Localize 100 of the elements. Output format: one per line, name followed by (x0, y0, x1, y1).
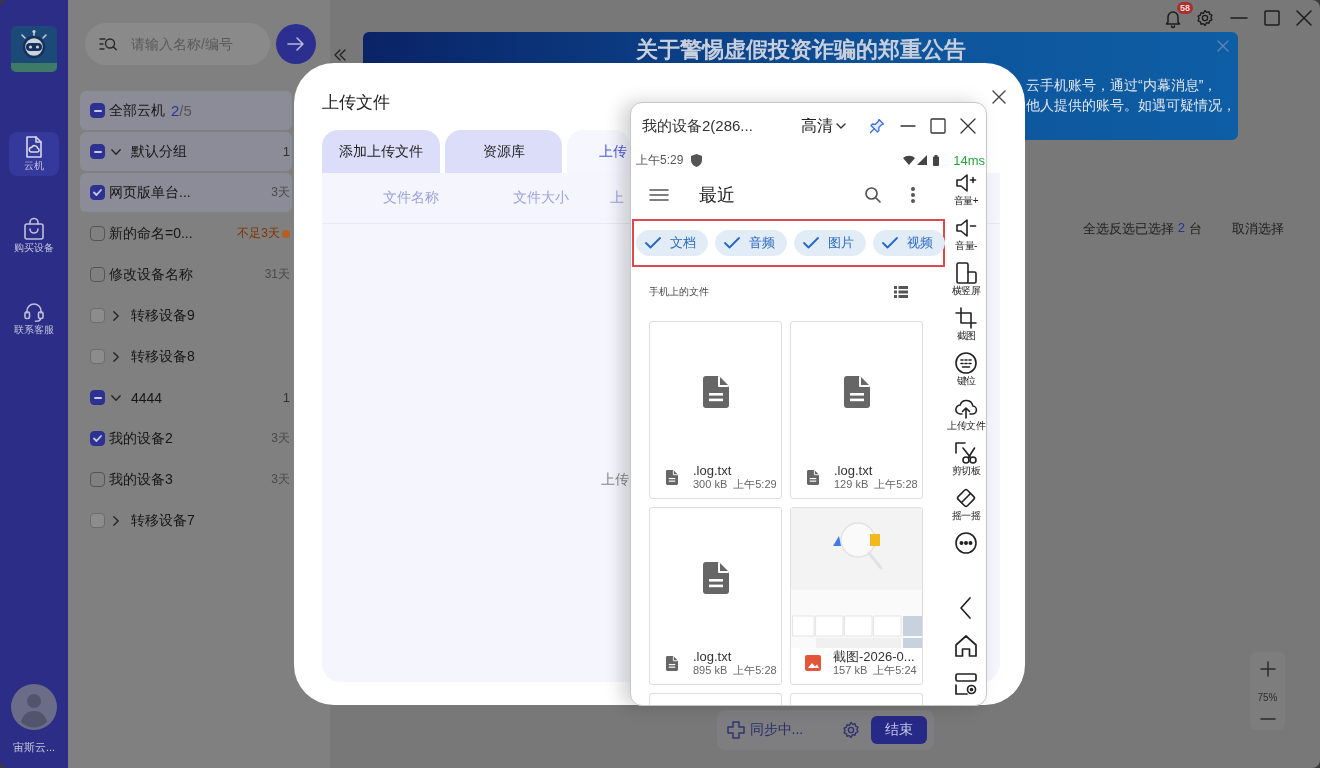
banner-text: 云手机账号，通过“内幕消息”， (1026, 76, 1219, 95)
settings-icon[interactable] (1196, 9, 1214, 27)
file-size: 129 kB (834, 478, 869, 491)
list-view-icon[interactable] (894, 286, 908, 298)
file-card[interactable]: 截图-2026-0... 157 kB 上午5:24 (790, 507, 923, 685)
quality-dropdown[interactable]: 高清 (801, 115, 846, 137)
remaining-time: 不足3天 (237, 225, 280, 242)
group-name: 转移设备9 (131, 306, 195, 325)
file-card[interactable]: .log.txt 129 kB 上午5:28 (790, 321, 923, 499)
wifi-icon (903, 155, 916, 165)
more-vertical-icon[interactable] (911, 187, 915, 203)
bell-icon[interactable] (1165, 9, 1181, 27)
battery-icon (933, 154, 940, 166)
plus-icon[interactable] (1260, 662, 1275, 676)
document-icon (702, 562, 729, 594)
dialog-title: 上传文件 (322, 92, 390, 114)
file-time: 上午5:28 (733, 664, 777, 677)
checkbox[interactable] (90, 185, 105, 200)
more-icon[interactable] (955, 532, 977, 554)
settings-icon[interactable] (841, 721, 860, 739)
nav-item[interactable]: 联系客服 (9, 296, 59, 340)
file-card[interactable]: .log.txt 895 kB 上午5:28 (649, 507, 782, 685)
cloud-upload-icon (955, 397, 977, 419)
checkbox[interactable] (90, 226, 105, 241)
rotate-screen-icon (955, 262, 977, 284)
tab[interactable]: 上传 (567, 130, 630, 173)
user-name: 宙斯云... (12, 740, 56, 754)
chevron-down-icon[interactable] (111, 148, 121, 155)
checkbox[interactable] (90, 144, 105, 159)
file-size: 300 kB (693, 478, 728, 491)
filter-chip[interactable]: 视频 (873, 230, 945, 256)
toolbar-button[interactable]: 上传文件 (946, 396, 986, 441)
speaker-plus-icon (955, 172, 977, 194)
avatar-icon (11, 684, 57, 730)
total-count: /5 (179, 102, 192, 119)
pin-icon[interactable] (869, 118, 885, 134)
checkmark-icon (93, 435, 102, 442)
empty-message: 上传 (601, 471, 629, 487)
checkbox[interactable] (90, 472, 105, 487)
filter-chip[interactable]: 文档 (636, 230, 708, 256)
minimize-icon[interactable] (900, 125, 916, 127)
tab[interactable]: 添加上传文件 (322, 130, 440, 173)
end-button[interactable]: 结束 (870, 716, 927, 744)
signal-icon (917, 155, 928, 165)
column-header: 文件大小 (512, 189, 570, 207)
notification-badge: 58 (1177, 2, 1193, 14)
document-icon (702, 376, 729, 408)
home-icon[interactable] (955, 635, 977, 657)
toolbar-button[interactable]: 横竖屏 (946, 261, 986, 306)
window-title: 我的设备2(286... (642, 116, 754, 136)
maximize-icon[interactable] (1264, 10, 1280, 26)
toolbar-button[interactable]: 摇一摇 (946, 486, 986, 531)
toolbar-button[interactable]: 剪切板 (946, 441, 986, 486)
filter-chip[interactable]: 图片 (794, 230, 866, 256)
column-header: 文件名称 (382, 189, 440, 207)
filter-chip[interactable]: 音频 (715, 230, 787, 256)
close-icon[interactable] (960, 118, 976, 134)
group-name: 转移设备8 (131, 347, 195, 366)
cloud-document-icon (23, 136, 45, 158)
toolbar-button[interactable]: 键位 (946, 351, 986, 396)
toolbar-button[interactable]: 截图 (946, 306, 986, 351)
banner-text: 他人提供的账号。如遇可疑情况， (1026, 96, 1236, 115)
tab[interactable]: 资源库 (445, 130, 562, 173)
checkbox[interactable] (90, 103, 105, 118)
double-chevron-left-icon[interactable] (334, 49, 346, 61)
file-time: 上午5:28 (874, 478, 918, 491)
device-count: 1 (282, 390, 290, 405)
device-row[interactable]: 默认分组 1 (80, 132, 292, 171)
maximize-icon[interactable] (930, 118, 946, 134)
search-button[interactable] (276, 24, 316, 64)
nav-item[interactable]: 购买设备 (9, 214, 59, 258)
device-row[interactable]: 全部云机 2/5 (80, 91, 292, 130)
speaker-minus-icon (955, 217, 977, 239)
menu-icon[interactable] (650, 189, 668, 201)
checkbox[interactable] (90, 267, 105, 282)
shield-icon (691, 153, 703, 167)
invert-selection-button[interactable]: 反选 (1108, 220, 1135, 238)
select-all-button[interactable]: 全选 (1082, 220, 1109, 238)
device-row[interactable]: 网页版单台... 3天 (80, 173, 292, 212)
check-icon (724, 237, 740, 249)
selection-count: 2 (1177, 220, 1185, 237)
nav-item[interactable]: 云机 (9, 132, 59, 176)
checkbox[interactable] (90, 390, 105, 405)
window-settings-icon[interactable] (955, 673, 977, 695)
checkbox[interactable] (90, 431, 105, 446)
clear-selection-button[interactable]: 取消选择 (1232, 220, 1284, 238)
toolbar-button[interactable]: 音量- (946, 216, 986, 261)
chevron-down-icon[interactable] (111, 394, 121, 401)
zoom-level: 75% (1257, 691, 1278, 703)
app-title: 最近 (699, 184, 735, 207)
toolbar-button[interactable]: 音量+ (946, 171, 986, 216)
search-icon[interactable] (865, 187, 881, 203)
banner-title: 关于警惕虚假投资诈骗的郑重公告 (635, 38, 966, 62)
file-card[interactable]: .log.txt 300 kB 上午5:29 (649, 321, 782, 499)
group-name: 4444 (131, 389, 163, 406)
file-size: 157 kB (833, 664, 868, 677)
close-icon[interactable] (992, 90, 1006, 104)
check-icon (882, 237, 898, 249)
device-row[interactable]: 4444 1 (80, 378, 292, 417)
device-row[interactable]: 新的命名=0... 不足3天 (80, 214, 292, 253)
